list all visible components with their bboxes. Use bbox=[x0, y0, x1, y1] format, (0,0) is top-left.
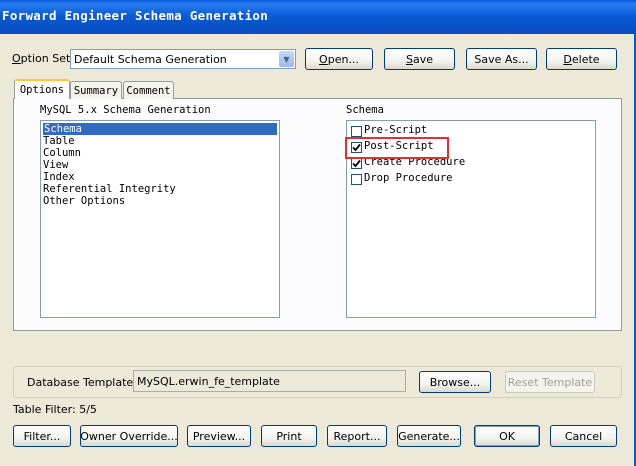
owner-override-button[interactable]: Owner Override... bbox=[80, 425, 178, 447]
delete-button[interactable]: Delete bbox=[546, 48, 617, 70]
database-template-value: MySQL.erwin_fe_template bbox=[137, 375, 280, 388]
chevron-down-icon[interactable]: ▼ bbox=[279, 51, 294, 67]
option-set-combo[interactable]: Default Schema Generation ▼ bbox=[70, 49, 296, 69]
save-button[interactable]: Save bbox=[384, 48, 455, 70]
pre-script-label: Pre-Script bbox=[364, 124, 428, 136]
tab-options[interactable]: Options bbox=[14, 79, 70, 99]
option-set-label: Option Set: bbox=[12, 52, 74, 65]
option-set-value: Default Schema Generation bbox=[74, 53, 227, 66]
preview-button[interactable]: Preview... bbox=[187, 425, 251, 447]
filter-button[interactable]: Filter... bbox=[13, 425, 71, 447]
report-button[interactable]: Report... bbox=[327, 425, 387, 447]
generate-button[interactable]: Generate... bbox=[397, 425, 461, 447]
list-item-other-options[interactable]: Other Options bbox=[43, 195, 125, 207]
window-title: Forward Engineer Schema Generation bbox=[2, 8, 269, 23]
cancel-button[interactable]: Cancel bbox=[550, 425, 617, 447]
browse-button[interactable]: Browse... bbox=[419, 371, 491, 393]
save-as-label: Save As... bbox=[474, 52, 529, 66]
database-template-field[interactable]: MySQL.erwin_fe_template bbox=[133, 370, 406, 392]
schema-category-list[interactable]: Schema Table Column View Index Referenti… bbox=[40, 120, 280, 318]
list-item-column[interactable]: Column bbox=[43, 147, 81, 159]
print-button[interactable]: Print bbox=[261, 425, 317, 447]
ok-button[interactable]: OK bbox=[474, 425, 540, 447]
list-item-schema[interactable]: Schema bbox=[43, 123, 277, 135]
open-button[interactable]: Open... bbox=[305, 48, 373, 70]
highlight-box bbox=[345, 137, 449, 159]
drop-procedure-checkbox[interactable] bbox=[351, 174, 362, 185]
tab-summary[interactable]: Summary bbox=[70, 81, 122, 99]
database-template-label: Database Template: bbox=[27, 376, 137, 389]
right-list-heading: Schema bbox=[346, 104, 384, 116]
tab-comment[interactable]: Comment bbox=[123, 81, 174, 99]
list-item-table[interactable]: Table bbox=[43, 135, 75, 147]
list-item-index[interactable]: Index bbox=[43, 171, 75, 183]
list-item-referential-integrity[interactable]: Referential Integrity bbox=[43, 183, 176, 195]
title-bar[interactable]: Forward Engineer Schema Generation bbox=[0, 0, 636, 34]
table-filter-status: Table Filter: 5/5 bbox=[13, 403, 97, 416]
create-procedure-checkbox[interactable] bbox=[351, 158, 362, 169]
drop-procedure-label: Drop Procedure bbox=[364, 172, 453, 184]
save-as-button[interactable]: Save As... bbox=[466, 48, 537, 70]
reset-template-button[interactable]: Reset Template bbox=[505, 371, 595, 393]
pre-script-checkbox[interactable] bbox=[351, 126, 362, 137]
list-item-view[interactable]: View bbox=[43, 159, 68, 171]
left-list-heading: MySQL 5.x Schema Generation bbox=[40, 104, 211, 116]
checkmark-icon bbox=[352, 159, 361, 168]
